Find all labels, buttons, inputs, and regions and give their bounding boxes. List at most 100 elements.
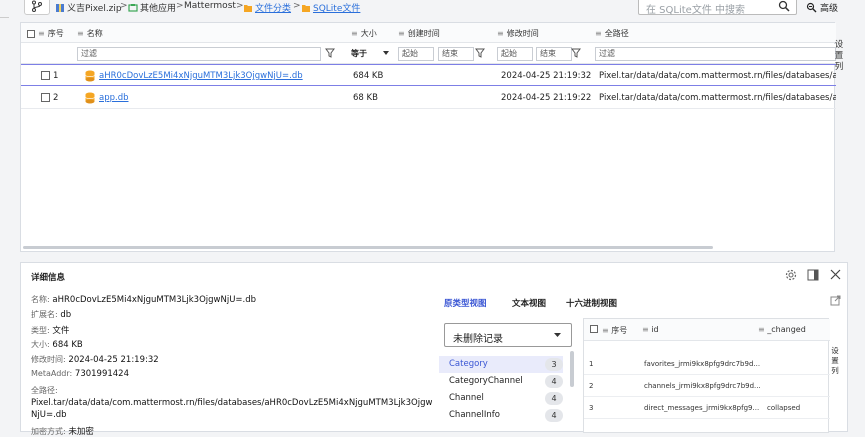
- advanced-search-button[interactable]: 高级: [806, 1, 838, 14]
- row-changed: collapsed: [767, 404, 801, 412]
- row-index: 3: [589, 404, 594, 412]
- column-settings-tab[interactable]: 设置列: [833, 40, 845, 73]
- filter-icon[interactable]: [325, 48, 335, 58]
- breadcrumb-item-file-category[interactable]: 文件分类: [243, 1, 291, 14]
- table-count-badge: 4: [545, 375, 563, 388]
- tab-raw-view[interactable]: 原类型视图: [444, 297, 487, 309]
- column-menu-icon[interactable]: ≡: [497, 29, 504, 38]
- column-menu-icon[interactable]: ≡: [77, 29, 84, 38]
- detail-field-encryption: 加密方式: 未加密: [31, 425, 94, 437]
- branch-icon: [32, 0, 42, 12]
- column-header-index[interactable]: ≡ 序号: [602, 325, 627, 336]
- column-header-label: 名称: [86, 29, 103, 38]
- detail-field-type: 类型: 文件: [31, 324, 69, 336]
- table-name: Channel: [449, 393, 484, 403]
- horizontal-scrollbar[interactable]: [23, 246, 713, 249]
- column-header-modified[interactable]: ≡ 修改时间: [497, 28, 539, 39]
- row-checkbox[interactable]: [41, 93, 50, 102]
- detail-panel: 详细信息 名称: aHR0cDovLzE5Mi4xNjguMTM3Ljk3Ojg…: [20, 262, 848, 437]
- tab-hex-view[interactable]: 十六进制视图: [566, 297, 617, 309]
- filter-icon[interactable]: [571, 48, 581, 58]
- field-key: 加密方式:: [31, 427, 66, 436]
- breadcrumb-label: 文件分类: [255, 4, 292, 14]
- column-menu-icon[interactable]: ≡: [398, 29, 405, 38]
- filter-icon[interactable]: [475, 48, 485, 58]
- external-link-icon[interactable]: [830, 295, 841, 306]
- tab-text-view[interactable]: 文本视图: [512, 297, 546, 309]
- row-checkbox[interactable]: [41, 71, 50, 80]
- table-count-badge: 4: [545, 409, 563, 422]
- select-all-checkbox[interactable]: [590, 325, 598, 333]
- folder-icon: [244, 4, 252, 12]
- created-to-input[interactable]: 结束: [438, 47, 474, 61]
- record-table: ≡ 序号 ≡ id ≡ _changed 1 favorites_jrmi9kx…: [583, 318, 830, 433]
- column-header-path[interactable]: ≡ 全路径: [595, 28, 629, 39]
- db-file-name-link[interactable]: app.db: [99, 93, 129, 103]
- name-filter-input[interactable]: 过滤: [77, 47, 321, 61]
- select-all-header[interactable]: ≡ 序号: [27, 28, 64, 39]
- select-all-checkbox[interactable]: [27, 29, 35, 38]
- gear-icon[interactable]: [785, 269, 797, 281]
- detail-field-size: 大小: 684 KB: [31, 339, 83, 350]
- column-menu-icon[interactable]: ≡: [595, 29, 602, 38]
- column-menu-icon[interactable]: ≡: [351, 29, 358, 38]
- table-row[interactable]: 1 favorites_jrmi9kx8pfg9drc7b9d...: [584, 353, 830, 375]
- column-header-size[interactable]: ≡ 大小: [351, 28, 377, 39]
- table-list-item[interactable]: ChannelInfo 4: [439, 407, 563, 424]
- top-bar: 义吉Pixel.zip > 其他应用 > Mattermost > 文件分类 >…: [0, 0, 865, 17]
- split-view-icon[interactable]: [807, 269, 819, 281]
- database-icon: [85, 70, 95, 82]
- filter-row: 过滤 等于 起始 结束 起始 结束 过滤: [21, 44, 836, 64]
- column-header-created[interactable]: ≡ 创建时间: [398, 28, 440, 39]
- database-icon: [85, 92, 95, 104]
- search-icon[interactable]: [778, 0, 790, 12]
- modified-from-input[interactable]: 起始: [497, 47, 533, 61]
- column-header-label: 序号: [611, 326, 628, 335]
- size-operator-select[interactable]: 等于: [351, 48, 367, 59]
- table-row[interactable]: 3 direct_messages_jrmi9kx8pfg9... collap…: [584, 397, 830, 419]
- row-index: 2: [53, 93, 59, 103]
- field-key: 类型:: [31, 326, 50, 335]
- path-filter-input[interactable]: 过滤: [595, 47, 836, 61]
- detail-field-modified: 修改时间: 2024-04-25 21:19:32: [31, 354, 159, 365]
- search-input[interactable]: 在 SQLite文件 中搜索: [638, 0, 797, 16]
- column-header-label: 大小: [360, 29, 377, 38]
- detail-field-metaaddr: MetaAddr: 7301991424: [31, 369, 129, 379]
- column-menu-icon[interactable]: ≡: [38, 29, 45, 38]
- column-header-name[interactable]: ≡ 名称: [77, 28, 103, 39]
- table-list-item[interactable]: Channel 4: [439, 390, 563, 407]
- table-name: ChannelInfo: [449, 410, 500, 420]
- advanced-label: 高级: [820, 4, 839, 14]
- search-placeholder: 在 SQLite文件 中搜索: [646, 5, 745, 16]
- table-row[interactable]: 1 aHR0cDovLzE5Mi4xNjguMTM3Ljk3OjgwNjU=.d…: [21, 64, 836, 86]
- table-row[interactable]: 2 channels_jrmi9kx8pfg9drc7b9d...: [584, 375, 830, 397]
- detail-field-name: 名称: aHR0cDovLzE5Mi4xNjguMTM3Ljk3OjgwNjU=…: [31, 294, 256, 305]
- column-header-id[interactable]: ≡ id: [642, 325, 659, 334]
- filter-placeholder: 起始: [501, 49, 517, 58]
- row-path: Pixel.tar/data/data/com.mattermost.rn/fi…: [599, 71, 836, 81]
- close-icon[interactable]: [830, 269, 841, 280]
- column-header-label: id: [651, 325, 659, 334]
- field-key: 名称:: [31, 295, 50, 304]
- chevron-down-icon[interactable]: [383, 51, 389, 56]
- breadcrumb-item-apps[interactable]: 其他应用: [128, 1, 176, 14]
- detail-field-extension: 扩展名: db: [31, 309, 71, 320]
- field-key: 扩展名:: [31, 310, 58, 319]
- branch-button[interactable]: [24, 0, 50, 15]
- table-list-item[interactable]: Category 3: [439, 356, 563, 373]
- db-file-name-link[interactable]: aHR0cDovLzE5Mi4xNjguMTM3Ljk3OjgwNjU=.db: [99, 71, 303, 81]
- table-row[interactable]: 2 app.db 68 KB 2024-04-25 21:19:22 Pixel…: [21, 87, 836, 109]
- modified-to-input[interactable]: 结束: [536, 47, 572, 61]
- table-list-scrollbar[interactable]: [570, 351, 574, 387]
- record-status-select[interactable]: 未删除记录: [444, 323, 572, 347]
- created-from-input[interactable]: 起始: [398, 47, 434, 61]
- breadcrumb-item-mattermost[interactable]: Mattermost: [184, 1, 236, 11]
- column-header-label: 创建时间: [407, 29, 440, 38]
- column-header-changed[interactable]: ≡ _changed: [758, 325, 806, 334]
- breadcrumb-item-zip[interactable]: 义吉Pixel.zip: [55, 1, 122, 14]
- breadcrumb-separator: >: [293, 1, 301, 11]
- table-list-item[interactable]: CategoryChannel 4: [439, 373, 563, 390]
- row-id: channels_jrmi9kx8pfg9drc7b9d...: [644, 382, 761, 390]
- breadcrumb-item-sqlite[interactable]: SQLite文件: [301, 1, 360, 14]
- record-column-settings-tab[interactable]: 设置列: [829, 346, 841, 376]
